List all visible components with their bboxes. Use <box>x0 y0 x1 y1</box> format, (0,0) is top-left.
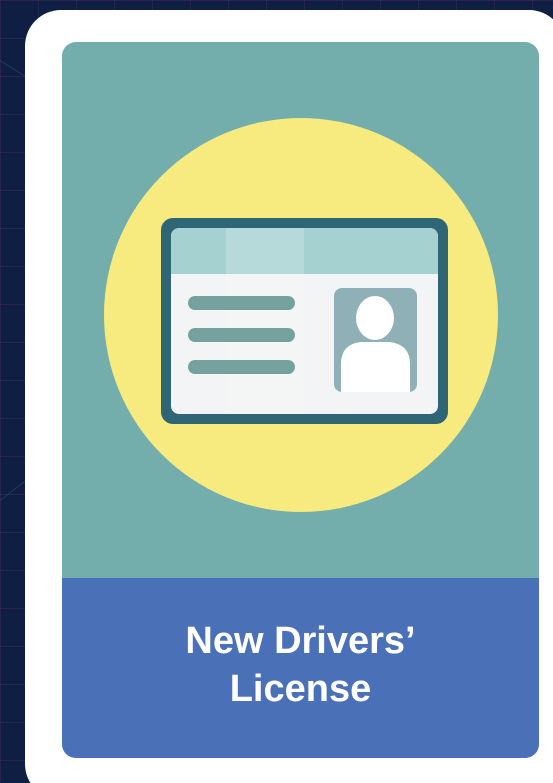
license-illustration <box>62 42 539 578</box>
photo-head <box>356 296 394 340</box>
license-card[interactable]: New Drivers’ License <box>62 42 539 758</box>
photo-shoulders <box>341 342 410 392</box>
license-sheen <box>226 228 304 414</box>
license-text-line <box>188 360 295 374</box>
caption-bar: New Drivers’ License <box>62 578 539 758</box>
license-header <box>171 228 438 274</box>
drivers-license-icon <box>104 118 498 512</box>
license-text-line <box>188 328 295 342</box>
license-text-line <box>188 296 295 310</box>
card-title: New Drivers’ License <box>185 620 416 710</box>
